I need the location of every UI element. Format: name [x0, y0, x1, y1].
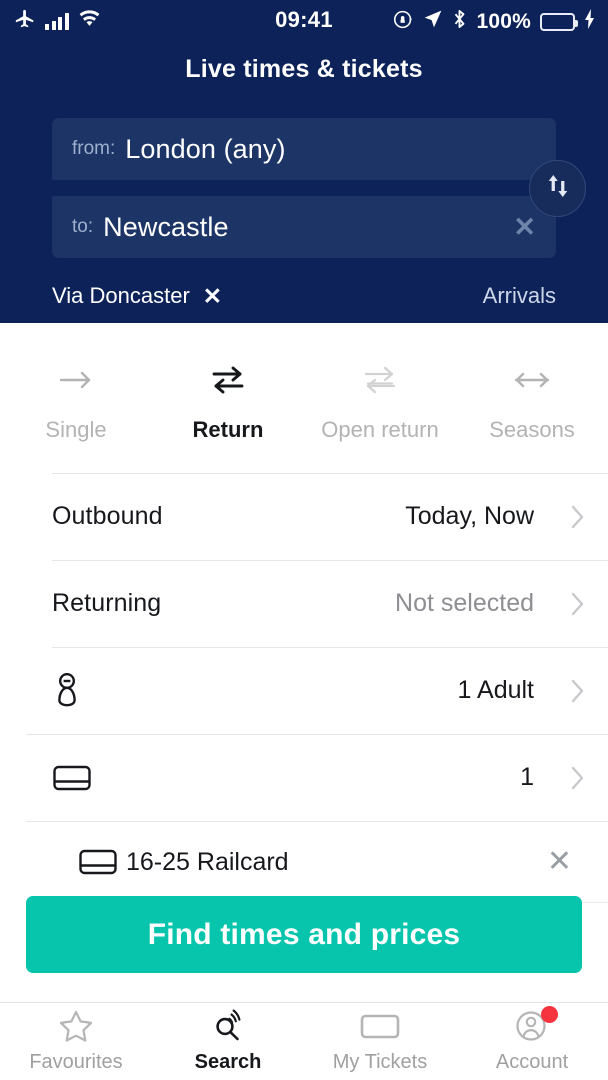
- returning-row[interactable]: Returning Not selected: [0, 560, 608, 647]
- search-options-list: Outbound Today, Now Returning Not select…: [0, 473, 608, 903]
- tab-seasons[interactable]: Seasons: [456, 323, 608, 443]
- chevron-right-icon: [550, 503, 586, 531]
- tab-return[interactable]: Return: [152, 323, 304, 443]
- location-arrow-icon: [423, 9, 443, 34]
- outbound-value: Today, Now: [405, 502, 534, 530]
- tab-open-return[interactable]: Open return: [304, 323, 456, 443]
- nav-item-search-label: Search: [194, 1051, 262, 1073]
- app-screen: 09:41 100% Live times & tickets from: Lo…: [0, 0, 608, 1080]
- nav-item-my-tickets-label: My Tickets: [332, 1051, 428, 1073]
- nav-item-favourites[interactable]: Favourites: [0, 1009, 152, 1074]
- account-notification-badge: [541, 1006, 558, 1023]
- tab-single-label: Single: [45, 417, 107, 442]
- tab-open-return-label: Open return: [321, 417, 439, 442]
- to-field-label: to:: [72, 216, 94, 237]
- nav-item-account[interactable]: Account: [456, 1006, 608, 1074]
- status-bar: 09:41 100%: [0, 0, 608, 40]
- star-icon: [58, 1009, 94, 1043]
- selected-railcard-label: 16-25 Railcard: [126, 847, 289, 876]
- passengers-row[interactable]: 1 Adult: [0, 647, 608, 734]
- open-return-arrows-icon: [359, 365, 401, 395]
- ticket-card-icon: [359, 1009, 401, 1043]
- arrivals-toggle[interactable]: Arrivals: [483, 283, 556, 309]
- charging-bolt-icon: [584, 9, 596, 34]
- swap-stations-button[interactable]: [529, 160, 586, 217]
- header-subrow: Via Doncaster ✕ Arrivals: [52, 276, 556, 316]
- account-circle-icon: [514, 1006, 558, 1043]
- rotation-lock-icon: [393, 9, 414, 35]
- outbound-row[interactable]: Outbound Today, Now: [0, 473, 608, 560]
- bluetooth-icon: [452, 8, 467, 35]
- railcard-icon: [78, 846, 126, 878]
- to-field-value: Newcastle: [103, 211, 229, 242]
- header: 09:41 100% Live times & tickets from: Lo…: [0, 0, 608, 323]
- ticket-type-tabs: Single Return Open return Seasons: [0, 323, 608, 473]
- outbound-label: Outbound: [52, 502, 163, 530]
- tab-seasons-label: Seasons: [489, 417, 575, 442]
- nav-item-account-label: Account: [495, 1051, 569, 1073]
- chevron-right-icon: [550, 764, 586, 792]
- nav-item-my-tickets[interactable]: My Tickets: [304, 1009, 456, 1074]
- close-icon[interactable]: ✕: [503, 213, 536, 241]
- battery-icon: [540, 12, 578, 31]
- railcards-value: 1: [520, 763, 534, 791]
- search-live-icon: [210, 1009, 246, 1043]
- from-field[interactable]: from: London (any): [52, 118, 556, 180]
- nav-item-favourites-label: Favourites: [29, 1051, 123, 1073]
- find-times-and-prices-button[interactable]: Find times and prices: [26, 896, 582, 973]
- chevron-right-icon: [550, 677, 586, 705]
- via-station-chip[interactable]: Via Doncaster ✕: [52, 283, 222, 309]
- from-field-value: London (any): [125, 133, 286, 164]
- nav-item-search[interactable]: Search: [152, 1009, 304, 1074]
- railcards-row[interactable]: 1: [0, 734, 608, 821]
- chevron-right-icon: [550, 590, 586, 618]
- battery-percent-label: 100%: [476, 9, 531, 33]
- page-title: Live times & tickets: [185, 55, 423, 83]
- status-bar-right: 100%: [393, 8, 596, 35]
- swap-vertical-icon: [543, 171, 573, 206]
- from-field-label: from:: [72, 138, 116, 159]
- returning-label: Returning: [52, 589, 162, 617]
- returning-value: Not selected: [395, 589, 534, 617]
- to-field[interactable]: to: Newcastle ✕: [52, 196, 556, 258]
- close-icon[interactable]: ✕: [547, 847, 572, 877]
- arrow-left-right-icon: [510, 365, 554, 395]
- arrow-right-icon: [55, 365, 97, 395]
- selected-railcard-item[interactable]: 16-25 Railcard ✕: [0, 821, 608, 903]
- tab-single[interactable]: Single: [0, 323, 152, 443]
- railcard-icon: [52, 762, 98, 794]
- return-arrows-icon: [207, 365, 249, 395]
- bottom-navigation: Favourites Search My Tickets Account: [0, 1002, 608, 1080]
- tab-return-label: Return: [192, 417, 264, 442]
- passengers-value: 1 Adult: [457, 676, 534, 704]
- passenger-icon: [52, 670, 98, 712]
- close-icon[interactable]: ✕: [203, 284, 222, 308]
- via-station-label: Via Doncaster: [52, 283, 190, 308]
